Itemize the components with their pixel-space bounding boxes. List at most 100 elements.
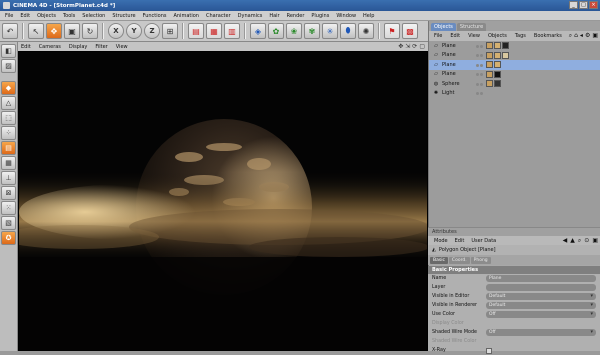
search-icon[interactable]: ⌕	[578, 237, 581, 245]
menu-objects[interactable]: Objects	[37, 13, 56, 19]
list-item[interactable]: ✺ Light	[429, 89, 600, 99]
pan-icon[interactable]: ✥	[398, 43, 403, 50]
name-field[interactable]: Plane	[486, 275, 596, 282]
viewport-menu: Edit Cameras Display Filter View ✥ ⇲ ⟳ ▢	[18, 42, 428, 51]
home-icon[interactable]: ⌂	[574, 32, 578, 40]
list-item[interactable]: ▱ Plane	[429, 41, 600, 51]
list-item[interactable]: ▱ Plane	[429, 51, 600, 61]
render-picture-icon[interactable]: ▦	[206, 23, 222, 39]
settings-icon[interactable]: ⚙	[585, 32, 590, 40]
visible-in-renderer-select[interactable]: Default	[486, 302, 596, 309]
layer-field[interactable]	[486, 284, 596, 291]
use-color-select[interactable]: Off	[486, 311, 596, 318]
zoom-icon[interactable]: ⇲	[405, 43, 410, 50]
spline-icon[interactable]: ❀	[286, 23, 302, 39]
tab-structure[interactable]: Structure	[456, 23, 487, 31]
live-select-icon[interactable]: ↖	[28, 23, 44, 39]
om-menu-objects[interactable]: Objects	[488, 33, 507, 39]
om-menu-bookmarks[interactable]: Bookmarks	[534, 33, 562, 39]
snap-icon[interactable]: ⁙	[1, 201, 16, 215]
attr-menu-edit[interactable]: Edit	[455, 238, 465, 244]
tab-coord[interactable]: Coord.	[448, 256, 470, 264]
minimize-button[interactable]: _	[569, 1, 578, 9]
nurbs-icon[interactable]: ✿	[268, 23, 284, 39]
close-panel-icon[interactable]: ▩	[402, 23, 418, 39]
close-button[interactable]: ×	[589, 1, 598, 9]
axis-mode-icon[interactable]: ⊥	[1, 171, 16, 185]
make-editable-icon[interactable]: ◧	[1, 44, 16, 58]
texture-axis-icon[interactable]: ⬚	[1, 111, 16, 125]
z-axis-icon[interactable]: Z	[144, 23, 160, 39]
cube-icon[interactable]: ◈	[250, 23, 266, 39]
viewport-menu-cameras[interactable]: Cameras	[39, 44, 61, 50]
new-window-icon[interactable]: ▣	[592, 237, 598, 245]
menu-hair[interactable]: Hair	[269, 13, 279, 19]
new-window-icon[interactable]: ▣	[592, 32, 598, 40]
viewport[interactable]	[18, 51, 428, 351]
move-icon[interactable]: ✥	[46, 23, 62, 39]
menu-selection[interactable]: Selection	[82, 13, 105, 19]
up-arrow-icon[interactable]: ▲	[570, 237, 575, 245]
texture-mode-icon[interactable]: ▨	[1, 59, 16, 73]
attr-menu-user-data[interactable]: User Data	[471, 238, 496, 244]
deformer-icon[interactable]: ✳	[322, 23, 338, 39]
viewport-menu-edit[interactable]: Edit	[21, 44, 31, 50]
light-icon[interactable]: ✺	[358, 23, 374, 39]
menu-window[interactable]: Window	[336, 13, 356, 19]
render-settings-icon[interactable]: ▥	[224, 23, 240, 39]
menu-tools[interactable]: Tools	[63, 13, 75, 19]
visible-in-editor-select[interactable]: Default	[486, 293, 596, 300]
edges-mode-icon[interactable]: ▤	[1, 141, 16, 155]
list-item[interactable]: ◍ Sphere	[429, 79, 600, 89]
maximize-view-icon[interactable]: ▢	[419, 43, 425, 50]
list-item[interactable]: ▱ Plane	[429, 70, 600, 80]
shaded-wire-mode-select[interactable]: Off	[486, 329, 596, 336]
points-mode-icon[interactable]: ⁘	[1, 126, 16, 140]
tab-objects[interactable]: Objects	[431, 23, 456, 31]
workplane-icon[interactable]: ▧	[1, 216, 16, 230]
menu-structure[interactable]: Structure	[112, 13, 135, 19]
render-queue-icon[interactable]: ⚑	[384, 23, 400, 39]
search-icon[interactable]: ⌕	[569, 32, 572, 40]
tweak-mode-icon[interactable]: ⊠	[1, 186, 16, 200]
viewport-menu-filter[interactable]: Filter	[95, 44, 107, 50]
orbit-icon[interactable]: ⟳	[412, 43, 417, 50]
array-icon[interactable]: ✾	[304, 23, 320, 39]
attr-menu-mode[interactable]: Mode	[434, 238, 448, 244]
y-axis-icon[interactable]: Y	[126, 23, 142, 39]
om-menu-edit[interactable]: Edit	[450, 33, 460, 39]
om-menu-tags[interactable]: Tags	[515, 33, 526, 39]
menu-plugins[interactable]: Plugins	[311, 13, 329, 19]
list-item[interactable]: ▱ Plane	[429, 60, 600, 70]
scene-icon[interactable]: ⬮	[340, 23, 356, 39]
world-coords-icon[interactable]: ⊞	[162, 23, 178, 39]
menu-dynamics[interactable]: Dynamics	[238, 13, 263, 19]
plane-icon: ▱	[434, 71, 438, 78]
model-mode-icon[interactable]: ◆	[1, 81, 16, 95]
menu-functions[interactable]: Functions	[143, 13, 167, 19]
tab-basic[interactable]: Basic	[430, 256, 448, 264]
maximize-button[interactable]: □	[579, 1, 588, 9]
lock-icon[interactable]: ⊙	[584, 237, 589, 245]
tab-phong[interactable]: Phong	[470, 256, 491, 264]
menu-animation[interactable]: Animation	[173, 13, 199, 19]
scale-icon[interactable]: ▣	[64, 23, 80, 39]
menu-render[interactable]: Render	[287, 13, 305, 19]
back-icon[interactable]: ◂	[580, 32, 583, 40]
back-arrow-icon[interactable]: ◀	[563, 237, 568, 245]
viewport-menu-display[interactable]: Display	[69, 44, 87, 50]
rotate-icon[interactable]: ↻	[82, 23, 98, 39]
undo-icon[interactable]: ↶	[2, 23, 18, 39]
menu-file[interactable]: File	[5, 13, 13, 19]
object-mode-icon[interactable]: △	[1, 96, 16, 110]
om-menu-file[interactable]: File	[434, 33, 442, 39]
x-axis-icon[interactable]: X	[108, 23, 124, 39]
menu-help[interactable]: Help	[363, 13, 374, 19]
soft-selection-icon[interactable]: ✪	[1, 231, 16, 245]
menu-character[interactable]: Character	[206, 13, 231, 19]
polygons-mode-icon[interactable]: ▦	[1, 156, 16, 170]
om-menu-view[interactable]: View	[468, 33, 480, 39]
viewport-menu-view[interactable]: View	[116, 44, 128, 50]
render-view-icon[interactable]: ▤	[188, 23, 204, 39]
menu-edit[interactable]: Edit	[20, 13, 30, 19]
